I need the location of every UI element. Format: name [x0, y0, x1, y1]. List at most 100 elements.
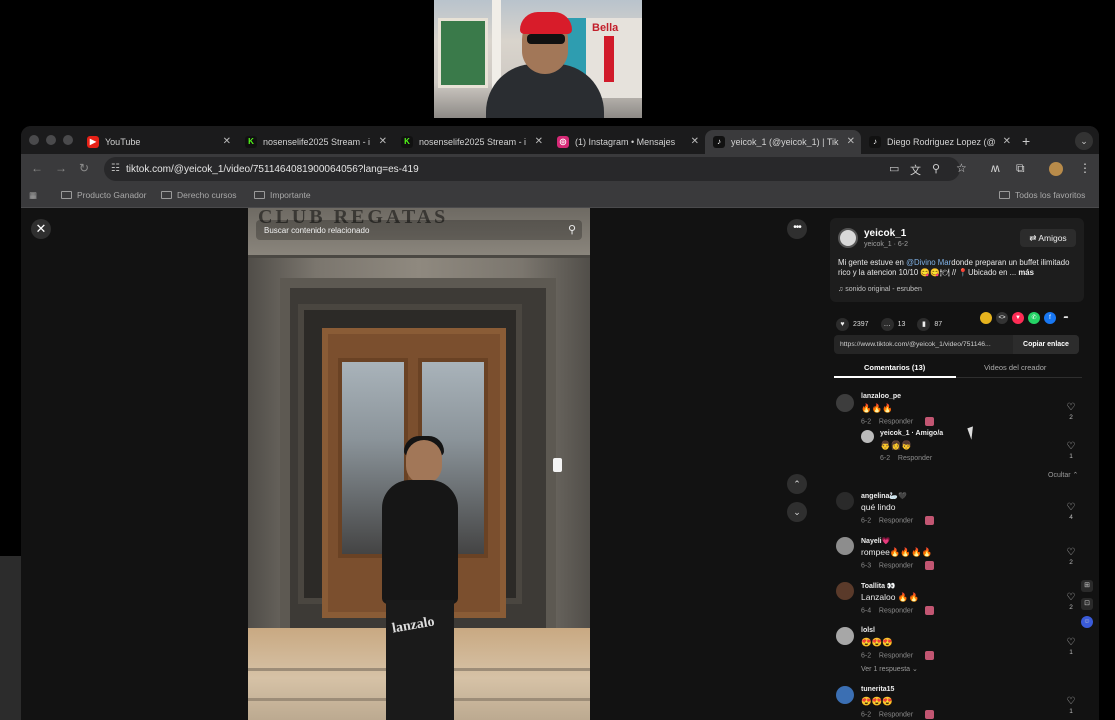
tab-youtube[interactable]: ▶ YouTube ✕	[79, 130, 237, 154]
post-handle-date: yeicok_1 · 6-2	[864, 241, 908, 248]
avatar[interactable]	[836, 686, 854, 704]
tab-instagram[interactable]: ◎ (1) Instagram • Mensajes ✕	[549, 130, 705, 154]
close-tab-icon[interactable]: ✕	[535, 136, 543, 147]
creator-liked-icon	[925, 651, 935, 660]
previous-video-button[interactable]: ⌃	[787, 474, 807, 494]
avatar[interactable]	[836, 582, 854, 600]
bookmark-all-favorites[interactable]: Todos los favoritos	[999, 190, 1085, 200]
facebook-icon[interactable]: f	[1044, 312, 1056, 324]
close-tab-icon[interactable]: ✕	[847, 136, 855, 147]
more-options-button[interactable]: •••	[787, 219, 807, 239]
avatar[interactable]	[836, 394, 854, 412]
avatar[interactable]	[838, 228, 858, 248]
engagement-stats: ♥ 2397 … 13 ▮ 87	[836, 318, 942, 331]
avatar[interactable]	[861, 430, 874, 443]
tab-kick-1[interactable]: K nosenselife2025 Stream - і ✕	[237, 130, 393, 154]
next-video-button[interactable]: ⌄	[787, 502, 807, 522]
apps-icon[interactable]: ▦	[29, 190, 37, 201]
bookmark-producto-ganador[interactable]: Producto Ganador	[61, 190, 146, 200]
creator-liked-icon	[925, 417, 935, 426]
back-icon[interactable]: ←	[31, 161, 43, 175]
new-tab-icon[interactable]: +	[1022, 133, 1030, 149]
scan-icon[interactable]: ⊡	[1081, 598, 1093, 610]
save-button[interactable]: ▮ 87	[917, 318, 942, 331]
tab-bar: ▶ YouTube ✕ K nosenselife2025 Stream - і…	[21, 126, 1099, 154]
qr-icon[interactable]: ⊞	[1081, 580, 1093, 592]
comment-button[interactable]: … 13	[880, 318, 905, 331]
tab-tiktok-active[interactable]: ♪ yeicok_1 (@yeicok_1) | Tik ✕	[705, 130, 861, 154]
tab-creator-videos[interactable]: Videos del creador	[984, 363, 1046, 372]
reply-button[interactable]: Responder	[879, 652, 913, 659]
avatar[interactable]	[836, 537, 854, 555]
link-field[interactable]: https://www.tiktok.com/@yeicok_1/video/7…	[834, 335, 1079, 354]
share-arrow-icon[interactable]: ➦	[1060, 312, 1072, 324]
reply-button[interactable]: Responder	[879, 418, 913, 425]
creator-liked-icon	[925, 606, 935, 615]
avatar[interactable]	[836, 627, 854, 645]
repost-icon[interactable]	[980, 312, 992, 324]
bookmark-derecho-cursos[interactable]: Derecho cursos	[161, 190, 237, 200]
like-button[interactable]: ♥ 2397	[836, 318, 869, 331]
heart-icon: ♥	[836, 318, 849, 331]
site-info-icon[interactable]: ☷	[111, 163, 120, 174]
video-toggle[interactable]	[553, 458, 562, 472]
address-bar[interactable]: ☷ tiktok.com/@yeicok_1/video/75114640819…	[104, 157, 960, 181]
view-replies-button[interactable]: Ver 1 respuesta ⌄	[861, 665, 918, 673]
heart-icon[interactable]: ♡	[1064, 547, 1078, 558]
heart-icon[interactable]: ♡	[1064, 592, 1078, 603]
sound-link[interactable]: ♫ sonido original - esruben	[838, 286, 922, 293]
search-icon[interactable]: ⚲	[568, 223, 576, 236]
friends-button[interactable]: ⇄ Amigos	[1020, 229, 1076, 247]
tab-kick-2[interactable]: K nosenselife2025 Stream - і ✕	[393, 130, 549, 154]
close-video-button[interactable]: ✕	[31, 219, 51, 239]
heart-icon[interactable]: ♡	[1064, 502, 1078, 513]
reply-button[interactable]: Responder	[879, 517, 913, 524]
translate-icon[interactable]: 文	[910, 162, 921, 178]
assistant-icon[interactable]: ☺	[1081, 616, 1093, 628]
close-tab-icon[interactable]: ✕	[691, 136, 699, 147]
profile-avatar[interactable]	[1049, 162, 1063, 176]
heart-icon[interactable]: ♡	[1064, 441, 1078, 452]
youtube-icon: ▶	[87, 136, 99, 148]
kick-icon: K	[401, 136, 413, 148]
heart-icon[interactable]: ♡	[1064, 637, 1078, 648]
close-tab-icon[interactable]: ✕	[1003, 136, 1011, 147]
post-username[interactable]: yeicok_1	[864, 228, 906, 239]
reply-button[interactable]: Responder	[879, 562, 913, 569]
folder-icon	[999, 191, 1010, 199]
extension-m-icon[interactable]: ʍ	[991, 161, 1000, 175]
extensions-icon[interactable]: ⧉	[1016, 161, 1025, 176]
comments-list: lanzaloo_pe 🔥🔥🔥 6-2 Responder ♡ 2 yeicok…	[828, 384, 1099, 720]
heart-icon[interactable]: ♡	[1064, 696, 1078, 707]
copy-link-button[interactable]: Copiar enlace	[1013, 335, 1079, 354]
close-tab-icon[interactable]: ✕	[379, 136, 387, 147]
creator-liked-icon	[925, 710, 935, 719]
whatsapp-icon[interactable]: ✆	[1028, 312, 1040, 324]
kick-icon: K	[245, 136, 257, 148]
window-controls[interactable]	[29, 135, 73, 145]
bookmark-star-icon[interactable]: ☆	[956, 161, 967, 175]
send-icon[interactable]: ▼	[1012, 312, 1024, 324]
mention-link[interactable]: @Divino Mar	[906, 258, 951, 267]
tab-tiktok-diego[interactable]: ♪ Diego Rodriguez Lopez (@ ✕	[861, 130, 1017, 154]
reply-button[interactable]: Responder	[898, 455, 932, 462]
video-player[interactable]: CLUB REGATAS lanzalo Buscar contenido re…	[248, 208, 590, 720]
zoom-icon[interactable]: ⚲	[932, 162, 940, 175]
more-link[interactable]: más	[1018, 268, 1034, 277]
active-tab-underline	[834, 376, 956, 378]
heart-icon[interactable]: ♡	[1064, 402, 1078, 413]
cast-icon[interactable]: ▭	[889, 162, 899, 175]
close-tab-icon[interactable]: ✕	[223, 136, 231, 147]
related-search-bar[interactable]: Buscar contenido relacionado ⚲	[256, 220, 582, 240]
reply-button[interactable]: Responder	[879, 711, 913, 718]
hide-replies-button[interactable]: Ocultar ⌃	[1048, 471, 1078, 479]
tab-search-icon[interactable]: ⌄	[1075, 132, 1093, 150]
reload-icon[interactable]: ↻	[79, 161, 89, 175]
reply-button[interactable]: Responder	[879, 607, 913, 614]
avatar[interactable]	[836, 492, 854, 510]
embed-icon[interactable]: <>	[996, 312, 1008, 324]
forward-icon[interactable]: →	[55, 161, 67, 175]
tab-comments[interactable]: Comentarios (13)	[864, 363, 925, 372]
bookmark-importante[interactable]: Importante	[254, 190, 311, 200]
menu-icon[interactable]: ⋮	[1079, 161, 1091, 175]
